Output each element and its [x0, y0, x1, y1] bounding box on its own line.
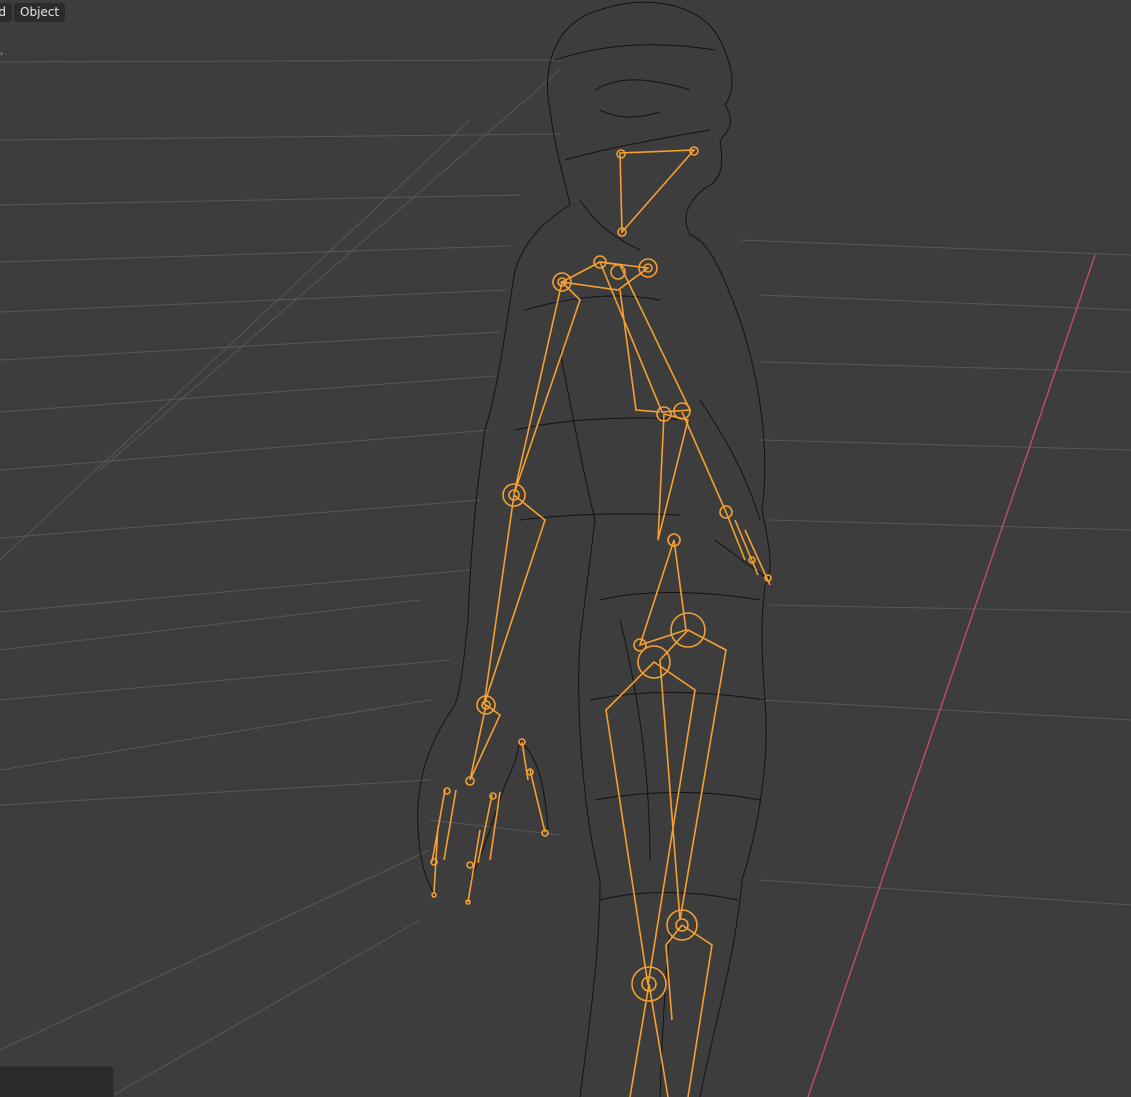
floor-grid: [0, 59, 1131, 1097]
menu-object[interactable]: Object: [14, 3, 66, 22]
3d-viewport[interactable]: ld Object ›: [0, 0, 1131, 1097]
menu-add[interactable]: ld: [0, 3, 12, 22]
hand-bones[interactable]: [469, 703, 502, 781]
armature-rig[interactable]: [430, 146, 772, 1097]
menu-clip: ld: [0, 3, 14, 22]
spine-bones[interactable]: [598, 260, 692, 413]
viewport-scene[interactable]: [0, 0, 1131, 1097]
upper-arm-bone[interactable]: [513, 280, 581, 495]
character-mesh-wireframe[interactable]: [417, 1, 771, 1097]
viewport-header-menus: ld Object: [0, 2, 67, 23]
last-operation-panel[interactable]: [0, 1066, 114, 1097]
head-bone[interactable]: [619, 149, 696, 235]
toolbar-collapse-arrow-icon[interactable]: ›: [0, 50, 4, 58]
forearm-bone[interactable]: [483, 493, 546, 706]
x-axis-line: [807, 254, 1096, 1097]
left-leg-bone[interactable]: [605, 660, 696, 986]
